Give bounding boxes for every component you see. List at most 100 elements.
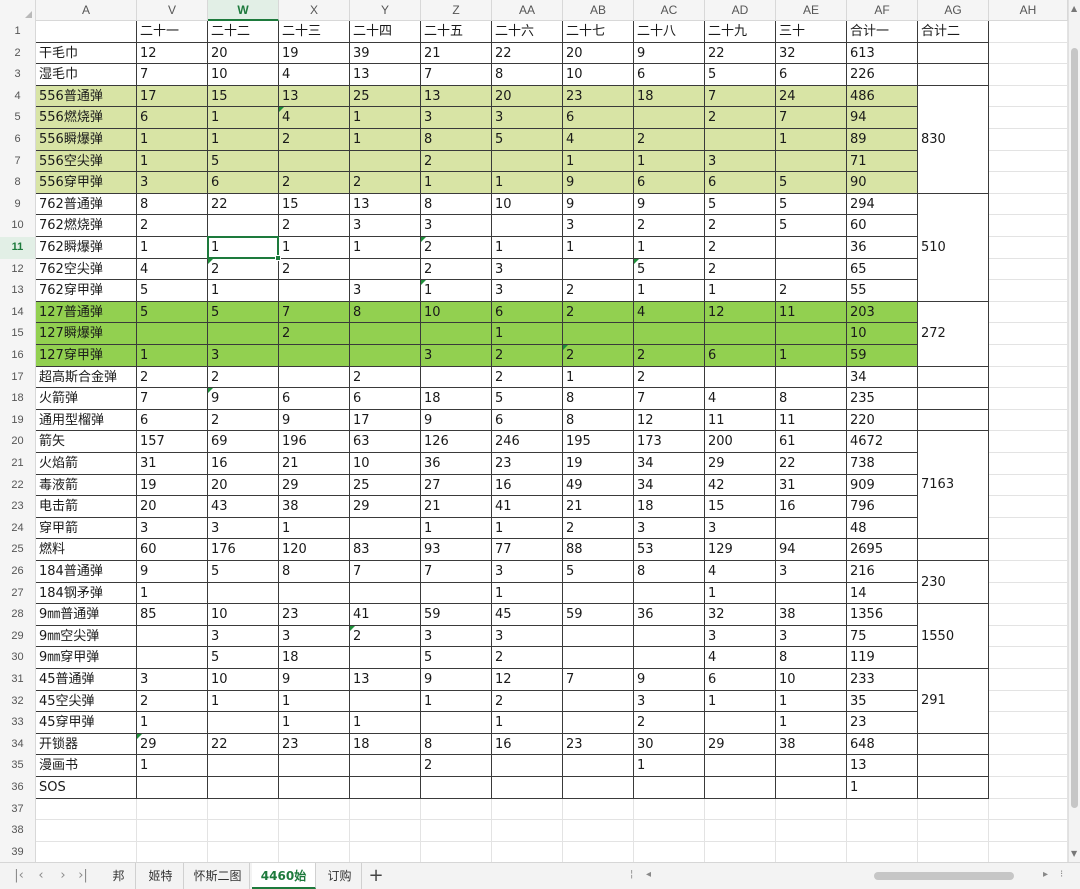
item-name-cell[interactable]: [36, 820, 137, 842]
data-cell[interactable]: [634, 582, 705, 605]
data-cell[interactable]: 6: [705, 669, 776, 691]
data-cell[interactable]: 2: [563, 345, 634, 367]
data-cell[interactable]: [634, 625, 705, 648]
data-cell[interactable]: 19: [137, 474, 208, 497]
row-header-2[interactable]: 2: [0, 42, 36, 65]
data-cell[interactable]: [279, 280, 350, 302]
empty-cell[interactable]: [989, 820, 1068, 842]
data-cell[interactable]: 13: [421, 85, 492, 108]
data-cell[interactable]: 61: [776, 431, 847, 453]
item-name-cell[interactable]: 通用型榴弹: [36, 409, 137, 432]
data-cell[interactable]: [350, 150, 421, 173]
empty-cell[interactable]: [989, 366, 1068, 389]
item-name-cell[interactable]: 45穿甲弹: [36, 712, 137, 734]
data-cell[interactable]: 3: [421, 215, 492, 237]
data-cell[interactable]: 6: [208, 172, 279, 194]
data-cell[interactable]: 16: [208, 453, 279, 475]
merged-total-cell[interactable]: 1550: [918, 604, 989, 669]
row-header-17[interactable]: 17: [0, 366, 36, 389]
data-cell[interactable]: 3: [492, 258, 563, 281]
data-cell[interactable]: 1: [137, 237, 208, 259]
data-cell[interactable]: 89: [847, 129, 918, 151]
data-cell[interactable]: 59: [847, 345, 918, 367]
data-cell[interactable]: 1: [634, 755, 705, 777]
data-cell[interactable]: 二十七: [563, 21, 634, 43]
data-cell[interactable]: 93: [421, 539, 492, 561]
data-cell[interactable]: 2: [776, 280, 847, 302]
data-cell[interactable]: 2: [563, 517, 634, 540]
data-cell[interactable]: 85: [137, 604, 208, 626]
item-name-cell[interactable]: 556瞬爆弹: [36, 129, 137, 151]
data-cell[interactable]: 20: [208, 474, 279, 497]
item-name-cell[interactable]: 燃料: [36, 539, 137, 561]
data-cell[interactable]: 195: [563, 431, 634, 453]
item-name-cell[interactable]: 箭矢: [36, 431, 137, 453]
column-header-ac[interactable]: AC: [634, 0, 705, 21]
data-cell[interactable]: 157: [137, 431, 208, 453]
data-cell[interactable]: [918, 409, 989, 432]
data-cell[interactable]: 6: [279, 388, 350, 410]
data-cell[interactable]: 1: [634, 237, 705, 259]
data-cell[interactable]: 8: [634, 561, 705, 583]
data-cell[interactable]: 2: [279, 258, 350, 281]
data-cell[interactable]: 1: [492, 712, 563, 734]
data-cell[interactable]: 2695: [847, 539, 918, 561]
row-header-35[interactable]: 35: [0, 755, 36, 777]
data-cell[interactable]: [634, 647, 705, 669]
data-cell[interactable]: [634, 841, 705, 862]
data-cell[interactable]: 5: [137, 301, 208, 324]
data-cell[interactable]: [705, 841, 776, 862]
data-cell[interactable]: 32: [705, 604, 776, 626]
data-cell[interactable]: [279, 841, 350, 862]
data-cell[interactable]: [421, 798, 492, 821]
data-cell[interactable]: 2: [634, 366, 705, 389]
data-cell[interactable]: 二十一: [137, 21, 208, 43]
item-name-cell[interactable]: 开锁器: [36, 733, 137, 756]
data-cell[interactable]: 83: [350, 539, 421, 561]
data-cell[interactable]: 7: [350, 561, 421, 583]
sheet-tab[interactable]: 邦: [102, 863, 136, 889]
data-cell[interactable]: 5: [705, 193, 776, 216]
data-cell[interactable]: [208, 215, 279, 237]
more-icon[interactable]: ⁝: [1060, 869, 1063, 880]
data-cell[interactable]: 23: [563, 733, 634, 756]
data-cell[interactable]: 二十五: [421, 21, 492, 43]
row-header-20[interactable]: 20: [0, 431, 36, 453]
data-cell[interactable]: 34: [634, 474, 705, 497]
data-cell[interactable]: [918, 841, 989, 862]
empty-cell[interactable]: [989, 237, 1068, 259]
data-cell[interactable]: 2: [208, 258, 279, 281]
data-cell[interactable]: [279, 345, 350, 367]
data-cell[interactable]: 3: [137, 517, 208, 540]
last-sheet-icon[interactable]: ›|: [76, 863, 90, 889]
row-header-4[interactable]: 4: [0, 85, 36, 108]
data-cell[interactable]: 12: [137, 42, 208, 65]
data-cell[interactable]: 11: [705, 409, 776, 432]
data-cell[interactable]: 69: [208, 431, 279, 453]
data-cell[interactable]: [492, 150, 563, 173]
empty-cell[interactable]: [989, 431, 1068, 453]
data-cell[interactable]: [918, 388, 989, 410]
data-cell[interactable]: 19: [563, 453, 634, 475]
data-cell[interactable]: 2: [492, 647, 563, 669]
empty-cell[interactable]: [989, 323, 1068, 345]
sheet-tab[interactable]: 订购: [318, 863, 362, 889]
data-cell[interactable]: 15: [705, 496, 776, 518]
column-header-v[interactable]: V: [137, 0, 208, 21]
data-cell[interactable]: 13: [350, 669, 421, 691]
data-cell[interactable]: 20: [563, 42, 634, 65]
row-header-19[interactable]: 19: [0, 409, 36, 432]
row-header-39[interactable]: 39: [0, 841, 36, 862]
data-cell[interactable]: [563, 712, 634, 734]
data-cell[interactable]: 49: [563, 474, 634, 497]
data-cell[interactable]: 9: [279, 669, 350, 691]
data-cell[interactable]: [918, 777, 989, 799]
data-cell[interactable]: 5: [563, 561, 634, 583]
data-cell[interactable]: [776, 366, 847, 389]
scroll-left-icon[interactable]: ◂: [646, 869, 651, 880]
data-cell[interactable]: 11: [776, 301, 847, 324]
data-cell[interactable]: 48: [847, 517, 918, 540]
data-cell[interactable]: 15: [279, 193, 350, 216]
data-cell[interactable]: [563, 323, 634, 345]
empty-cell[interactable]: [989, 496, 1068, 518]
